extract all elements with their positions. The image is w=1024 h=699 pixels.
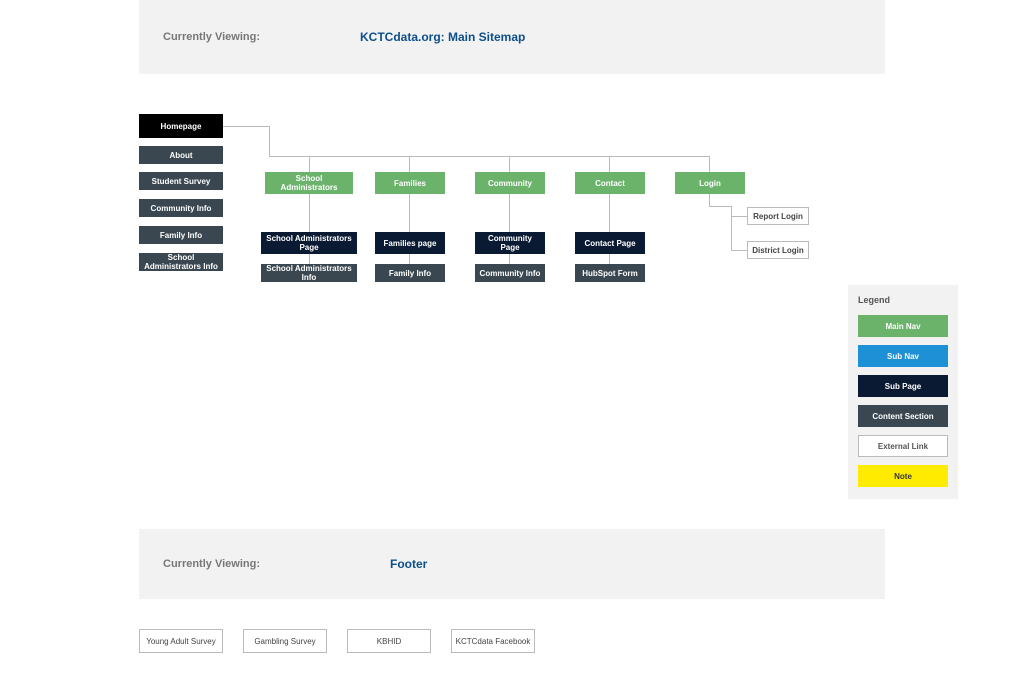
node-student-survey[interactable]: Student Survey [139, 172, 223, 190]
footer-header-bar: Currently Viewing: Footer [139, 529, 885, 599]
header-label: Currently Viewing: [163, 31, 260, 43]
footer-links-row: Young Adult Survey Gambling Survey KBHID… [139, 629, 1024, 653]
subpage-contact[interactable]: Contact Page [575, 232, 645, 254]
extlink-report-login[interactable]: Report Login [747, 207, 809, 225]
node-community-info[interactable]: Community Info [139, 199, 223, 217]
header-title: KCTCdata.org: Main Sitemap [360, 30, 525, 44]
extlink-district-login[interactable]: District Login [747, 241, 809, 259]
legend-panel: Legend Main Nav Sub Nav Sub Page Content… [848, 285, 958, 499]
mainnav-school-administrators[interactable]: School Administrators [265, 172, 353, 194]
content-family-info[interactable]: Family Info [375, 264, 445, 282]
content-hubspot-form[interactable]: HubSpot Form [575, 264, 645, 282]
node-family-info[interactable]: Family Info [139, 226, 223, 244]
sitemap-canvas: Homepage About Student Survey Community … [139, 114, 1024, 314]
footer-kbhid[interactable]: KBHID [347, 629, 431, 653]
mainnav-families[interactable]: Families [375, 172, 445, 194]
subpage-families[interactable]: Families page [375, 232, 445, 254]
header-bar: Currently Viewing: KCTCdata.org: Main Si… [139, 0, 885, 74]
node-about[interactable]: About [139, 146, 223, 164]
node-homepage[interactable]: Homepage [139, 114, 223, 138]
footer-kctcdata-facebook[interactable]: KCTCdata Facebook [451, 629, 535, 653]
legend-main-nav[interactable]: Main Nav [858, 315, 948, 337]
footer-young-adult-survey[interactable]: Young Adult Survey [139, 629, 223, 653]
footer-header-title: Footer [390, 557, 427, 571]
mainnav-contact[interactable]: Contact [575, 172, 645, 194]
mainnav-community[interactable]: Community [475, 172, 545, 194]
mainnav-login[interactable]: Login [675, 172, 745, 194]
subpage-school-administrators[interactable]: School Administrators Page [261, 232, 357, 254]
legend-sub-nav[interactable]: Sub Nav [858, 345, 948, 367]
content-community-info[interactable]: Community Info [475, 264, 545, 282]
legend-external-link[interactable]: External Link [858, 435, 948, 457]
content-school-administrators-info[interactable]: School Administrators Info [261, 264, 357, 282]
legend-content-section[interactable]: Content Section [858, 405, 948, 427]
legend-note[interactable]: Note [858, 465, 948, 487]
footer-gambling-survey[interactable]: Gambling Survey [243, 629, 327, 653]
legend-sub-page[interactable]: Sub Page [858, 375, 948, 397]
footer-header-label: Currently Viewing: [163, 558, 260, 570]
node-school-admin-info[interactable]: School Administrators Info [139, 253, 223, 271]
legend-title: Legend [858, 295, 948, 305]
subpage-community[interactable]: Community Page [475, 232, 545, 254]
